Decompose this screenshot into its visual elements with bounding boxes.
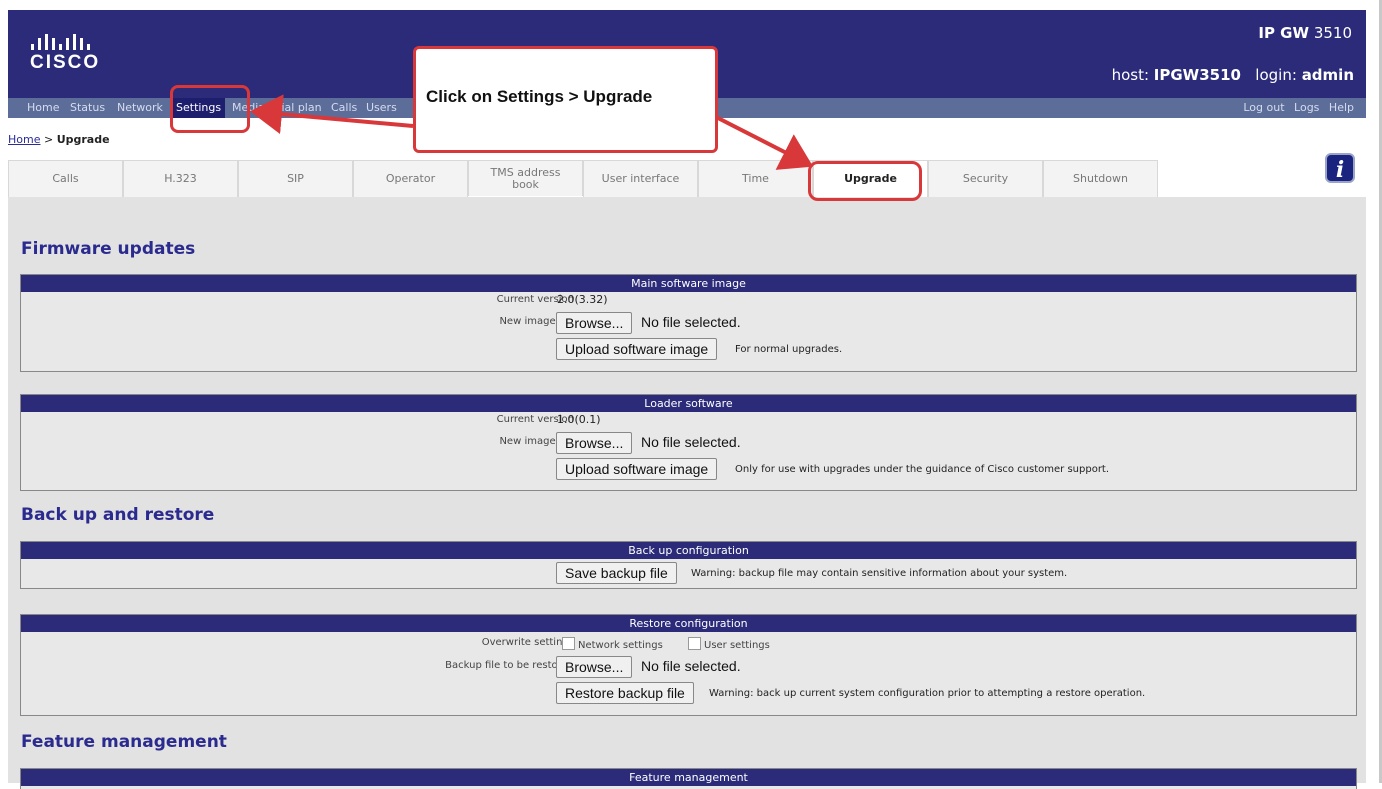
annotation-callout: Click on Settings > Upgrade: [413, 46, 718, 153]
upgrade-highlight-ring: [808, 161, 922, 201]
annotation-text: Click on Settings > Upgrade: [426, 87, 653, 106]
settings-highlight-ring: [170, 85, 250, 133]
